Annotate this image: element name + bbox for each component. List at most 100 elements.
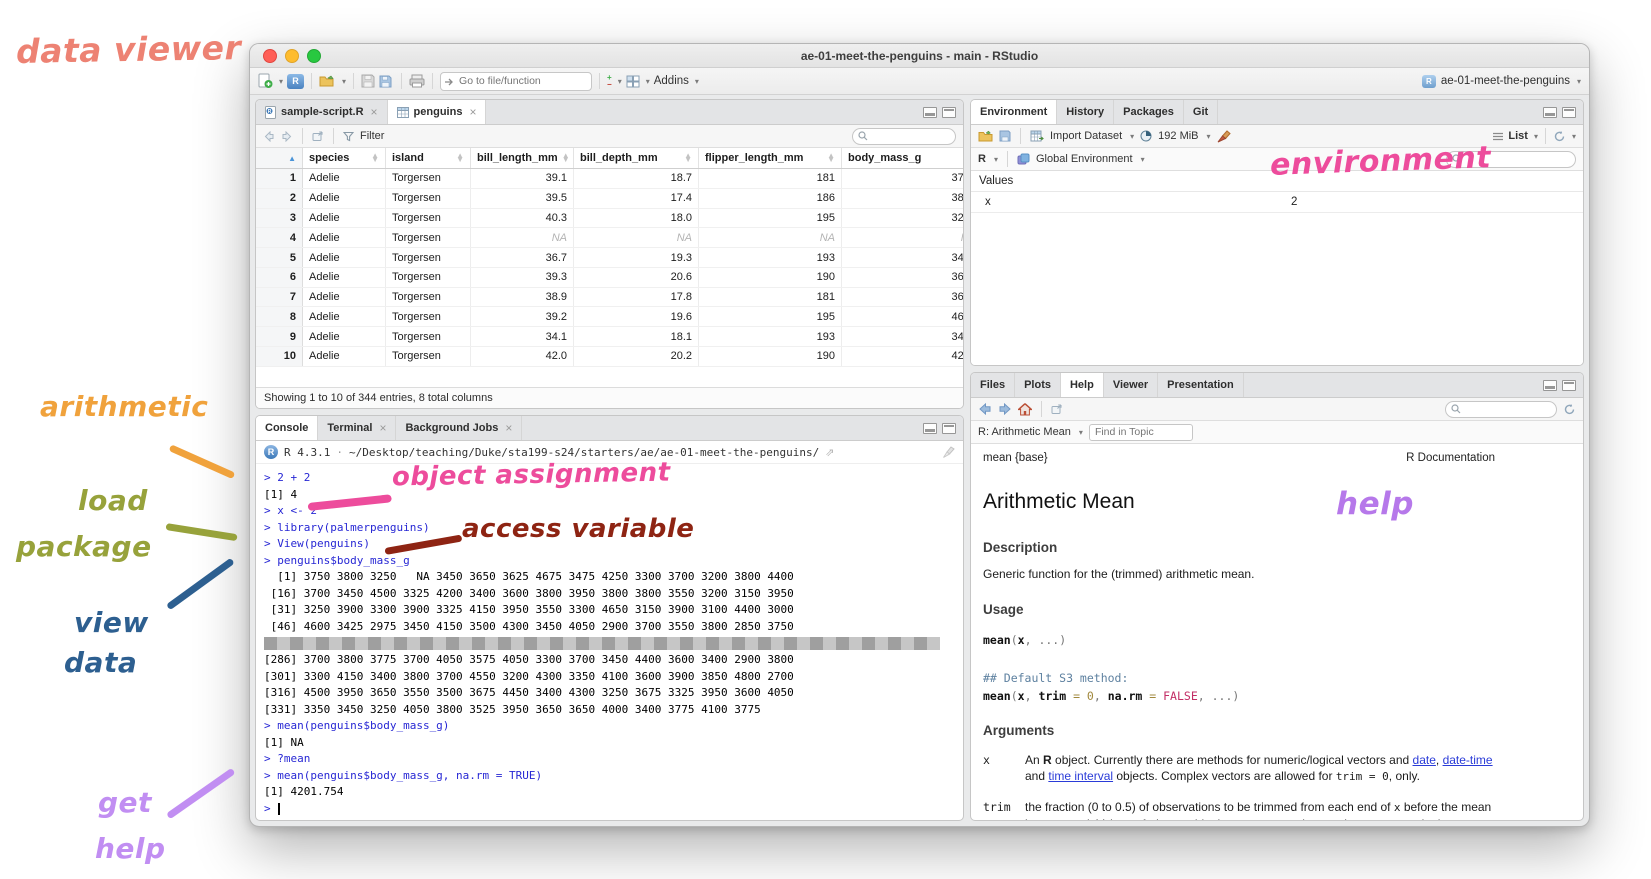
table-row[interactable]: 4AdelieTorgersenNANANANANA20	[256, 228, 963, 248]
tab-console[interactable]: Console	[256, 416, 318, 440]
list-view-icon[interactable]	[1492, 132, 1504, 141]
help-link[interactable]: time interval	[1048, 769, 1113, 783]
column-header-species[interactable]: species▲▼	[303, 148, 386, 169]
table-row[interactable]: 10AdelieTorgersen42.020.21904250NA20	[256, 347, 963, 367]
goto-file-search[interactable]	[440, 72, 592, 91]
find-in-topic-input[interactable]	[1089, 424, 1193, 441]
addins-menu[interactable]: Addins	[654, 75, 689, 87]
git-caret-icon[interactable]: ▾	[618, 77, 622, 86]
topic-caret-icon[interactable]: ▾	[1079, 428, 1083, 437]
column-header-bill_depth_mm[interactable]: bill_depth_mm▲▼	[574, 148, 699, 169]
language-selector[interactable]: R	[978, 153, 986, 165]
help-refresh-icon[interactable]	[1563, 403, 1576, 416]
save-all-icon[interactable]	[379, 74, 394, 88]
data-viewer-search[interactable]	[852, 128, 956, 145]
help-search[interactable]	[1445, 401, 1557, 418]
column-header-island[interactable]: island▲▼	[386, 148, 471, 169]
save-workspace-icon[interactable]	[999, 130, 1011, 142]
addins-caret-icon[interactable]: ▾	[695, 77, 699, 86]
maximize-pane-icon[interactable]	[1562, 107, 1576, 118]
load-workspace-icon[interactable]	[978, 130, 993, 142]
list-view-button[interactable]: List	[1508, 130, 1528, 142]
panes-caret-icon[interactable]: ▾	[646, 77, 650, 86]
refresh-caret-icon[interactable]: ▾	[1572, 132, 1576, 141]
column-header-bill_length_mm[interactable]: bill_length_mm▲▼	[471, 148, 574, 169]
minimize-window-button[interactable]	[285, 49, 299, 63]
close-tab-icon[interactable]: ×	[469, 105, 476, 119]
workspace-panes-icon[interactable]	[626, 75, 640, 88]
open-file-caret-icon[interactable]: ▾	[342, 77, 346, 86]
refresh-icon[interactable]	[1553, 130, 1566, 143]
new-file-caret-icon[interactable]: ▾	[279, 77, 283, 86]
open-in-new-window-icon[interactable]	[312, 131, 324, 142]
table-row[interactable]: 6AdelieTorgersen39.320.61903650male20	[256, 267, 963, 287]
tab-plots[interactable]: Plots	[1015, 373, 1061, 397]
zoom-window-button[interactable]	[307, 49, 321, 63]
tab-viewer[interactable]: Viewer	[1104, 373, 1158, 397]
memory-caret-icon[interactable]: ▾	[1207, 132, 1211, 141]
new-file-icon[interactable]	[258, 73, 273, 89]
forward-icon[interactable]	[281, 131, 293, 142]
environment-selector[interactable]: Global Environment	[1036, 153, 1133, 165]
tab-penguins[interactable]: penguins ×	[388, 100, 487, 124]
memory-usage-label[interactable]: 192 MiB	[1158, 130, 1198, 142]
row-number-header[interactable]: ▲	[256, 148, 303, 169]
help-search-input[interactable]	[1464, 402, 1551, 416]
table-row[interactable]: 9AdelieTorgersen34.118.11933475NA20	[256, 327, 963, 347]
filter-icon[interactable]	[343, 131, 354, 142]
tab-files[interactable]: Files	[971, 373, 1015, 397]
minimize-pane-icon[interactable]	[1543, 107, 1557, 118]
close-window-button[interactable]	[263, 49, 277, 63]
goto-file-input[interactable]	[440, 72, 592, 91]
help-back-icon[interactable]	[978, 403, 992, 415]
tab-background-jobs[interactable]: Background Jobs ×	[396, 416, 522, 440]
help-link[interactable]: date-time	[1443, 753, 1493, 767]
list-view-caret-icon[interactable]: ▾	[1534, 132, 1538, 141]
show-in-new-window-icon[interactable]	[1051, 404, 1063, 415]
help-link[interactable]: date	[1413, 753, 1436, 767]
clear-console-icon[interactable]	[942, 446, 955, 459]
print-icon[interactable]	[409, 74, 425, 88]
clear-environment-icon[interactable]	[1217, 130, 1231, 143]
table-row[interactable]: 2AdelieTorgersen39.517.41863800female20	[256, 188, 963, 208]
new-project-icon[interactable]: R	[287, 74, 304, 89]
close-tab-icon[interactable]: ×	[505, 421, 512, 435]
tab-environment[interactable]: Environment	[971, 100, 1057, 124]
column-header-body_mass_g[interactable]: body_mass_g▲▼	[842, 148, 964, 169]
back-icon[interactable]	[263, 131, 275, 142]
git-commit-icon[interactable]: +−	[607, 74, 612, 88]
import-dataset-button[interactable]: Import Dataset	[1050, 130, 1122, 142]
project-selector[interactable]: R ae-01-meet-the-penguins ▾	[1422, 75, 1581, 88]
table-row[interactable]: 8AdelieTorgersen39.219.61954675male20	[256, 307, 963, 327]
help-forward-icon[interactable]	[998, 403, 1012, 415]
save-icon[interactable]	[361, 74, 375, 88]
table-row[interactable]: 3AdelieTorgersen40.318.01953250female20	[256, 208, 963, 228]
tab-help[interactable]: Help	[1061, 373, 1104, 397]
maximize-pane-icon[interactable]	[942, 423, 956, 434]
filter-button[interactable]: Filter	[360, 130, 384, 142]
memory-pie-icon[interactable]	[1140, 130, 1152, 142]
open-file-icon[interactable]	[319, 74, 336, 88]
tab-sample-script[interactable]: R sample-script.R ×	[256, 100, 388, 124]
tab-presentation[interactable]: Presentation	[1158, 373, 1244, 397]
table-row[interactable]: 1AdelieTorgersen39.118.71813750male20	[256, 169, 963, 189]
import-dataset-caret-icon[interactable]: ▾	[1130, 132, 1134, 141]
goto-directory-icon[interactable]: ⇗	[825, 446, 834, 459]
maximize-pane-icon[interactable]	[1562, 380, 1576, 391]
tab-history[interactable]: History	[1057, 100, 1114, 124]
data-viewer-search-input[interactable]	[871, 129, 950, 143]
tab-terminal[interactable]: Terminal ×	[318, 416, 396, 440]
environment-selector-caret-icon[interactable]: ▾	[1141, 155, 1145, 164]
language-caret-icon[interactable]: ▾	[994, 155, 998, 164]
table-row[interactable]: 7AdelieTorgersen38.917.81813625female20	[256, 287, 963, 307]
close-tab-icon[interactable]: ×	[379, 421, 386, 435]
tab-git[interactable]: Git	[1184, 100, 1218, 124]
environment-value-row[interactable]: x2	[971, 192, 1583, 213]
close-tab-icon[interactable]: ×	[371, 105, 378, 119]
topic-selector[interactable]: R: Arithmetic Mean	[978, 426, 1071, 438]
minimize-pane-icon[interactable]	[923, 107, 937, 118]
minimize-pane-icon[interactable]	[923, 423, 937, 434]
import-dataset-icon[interactable]	[1030, 130, 1044, 142]
column-header-flipper_length_mm[interactable]: flipper_length_mm▲▼	[699, 148, 842, 169]
minimize-pane-icon[interactable]	[1543, 380, 1557, 391]
